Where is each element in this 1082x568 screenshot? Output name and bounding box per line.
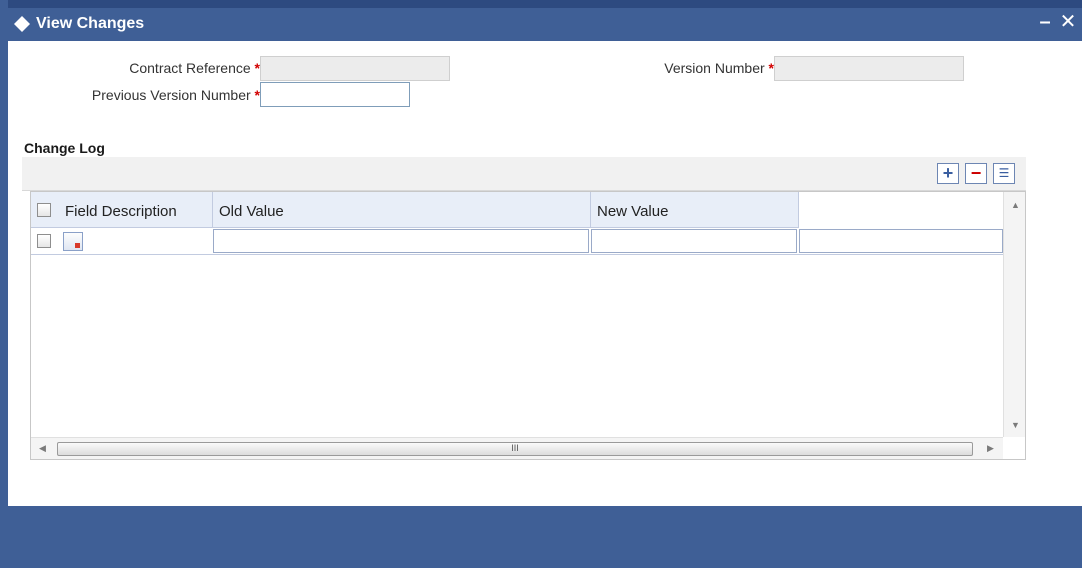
view-changes-window: View Changes – ✕ Contract Reference * Ve… — [0, 0, 1082, 568]
scroll-grip: III — [511, 443, 519, 453]
single-view-button[interactable]: ☰ — [993, 163, 1015, 184]
column-label: New Value — [597, 203, 669, 220]
version-number-field[interactable] — [774, 56, 964, 81]
list-icon: ☰ — [998, 166, 1010, 180]
row-checkbox[interactable] — [37, 234, 51, 248]
top-strip — [8, 0, 1082, 8]
column-field-description[interactable]: Field Description — [31, 192, 213, 228]
column-old-value[interactable]: Old Value — [213, 192, 591, 228]
new-value-cell[interactable] — [591, 229, 797, 253]
extra-cell[interactable] — [799, 229, 1003, 253]
vertical-scrollbar[interactable]: ▲ ▼ — [1003, 192, 1025, 437]
contract-reference-label: Contract Reference * — [68, 60, 260, 76]
contract-reference-label-text: Contract Reference — [129, 60, 251, 76]
column-new-value[interactable]: New Value — [591, 192, 799, 228]
scroll-up-icon[interactable]: ▲ — [1011, 200, 1020, 210]
old-value-cell[interactable] — [213, 229, 589, 253]
column-label: Field Description — [65, 203, 177, 220]
scroll-right-icon[interactable]: ▶ — [987, 443, 994, 454]
title-bar[interactable]: View Changes – ✕ — [8, 8, 1082, 41]
scroll-left-icon[interactable]: ◀ — [39, 443, 46, 454]
delete-row-button[interactable]: − — [965, 163, 987, 184]
close-button[interactable]: ✕ — [1058, 11, 1078, 33]
scroll-down-icon[interactable]: ▼ — [1011, 420, 1020, 430]
horizontal-scroll-thumb[interactable]: III — [57, 442, 973, 456]
select-all-checkbox[interactable] — [37, 203, 51, 217]
add-row-button[interactable]: + — [937, 163, 959, 184]
change-log-grid: Field Description Old Value New Value ▲ … — [30, 191, 1026, 460]
window-title: View Changes — [36, 15, 145, 32]
column-label: Old Value — [219, 203, 284, 220]
previous-version-number-label-text: Previous Version Number — [91, 87, 251, 103]
version-number-label: Version Number * — [588, 60, 774, 76]
lookup-icon[interactable] — [63, 232, 83, 251]
horizontal-scrollbar[interactable]: ◀ III ▶ — [31, 437, 1003, 459]
grid-header: Field Description Old Value New Value — [31, 192, 799, 228]
diamond-icon — [14, 16, 30, 32]
footer-bar — [8, 506, 1082, 568]
previous-version-number-label: Previous Version Number * — [38, 87, 260, 103]
grid-toolbar: + − ☰ — [22, 157, 1026, 191]
version-number-label-text: Version Number — [664, 60, 765, 76]
contract-reference-field[interactable] — [260, 56, 450, 81]
minimize-button[interactable]: – — [1036, 11, 1054, 33]
change-log-title: Change Log — [24, 140, 105, 156]
previous-version-number-field[interactable] — [260, 82, 410, 107]
table-row — [31, 228, 1003, 255]
